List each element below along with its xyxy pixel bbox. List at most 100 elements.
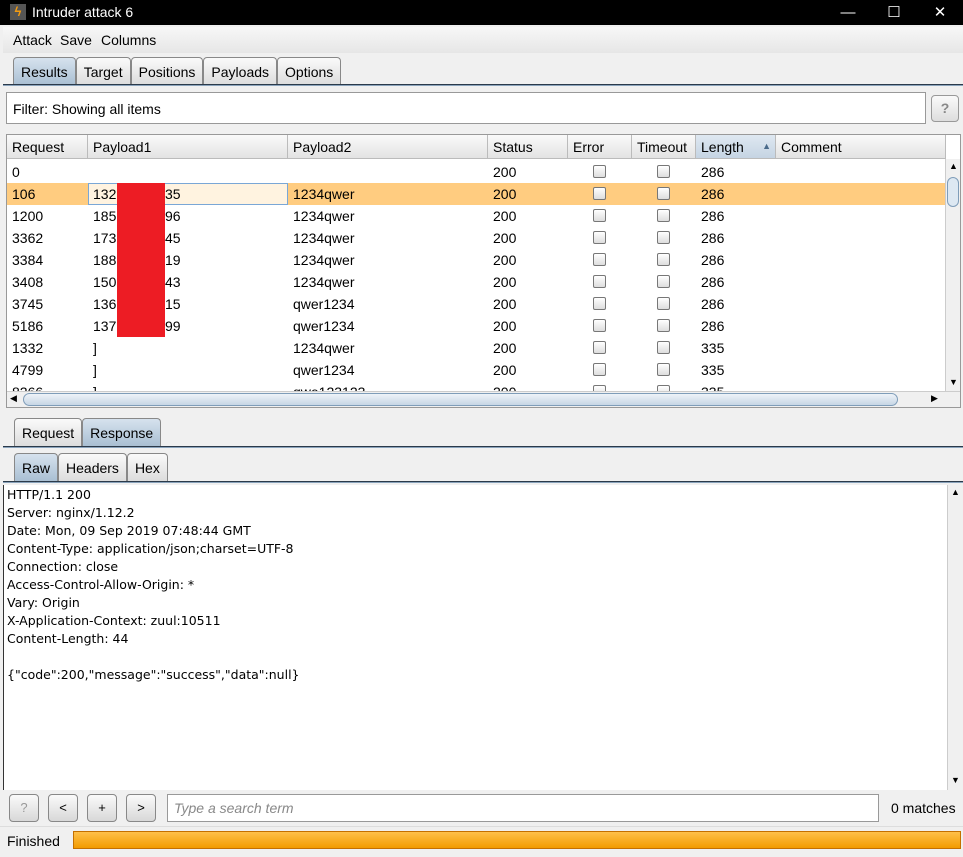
tab-payloads[interactable]: Payloads xyxy=(203,57,278,85)
tab-options[interactable]: Options xyxy=(277,57,342,85)
help-button[interactable]: ? xyxy=(931,95,959,122)
response-line: Connection: close xyxy=(7,559,119,574)
scroll-right-icon[interactable]: ▶ xyxy=(931,393,938,404)
response-scrollbar[interactable]: ▲ ▼ xyxy=(947,485,962,790)
horizontal-scroll-thumb[interactable] xyxy=(23,393,898,406)
error-checkbox[interactable] xyxy=(593,275,606,288)
cell-payload1: ] xyxy=(93,340,97,356)
message-tabs: Request Response xyxy=(14,418,162,446)
timeout-checkbox[interactable] xyxy=(657,231,670,244)
cell-length: 335 xyxy=(701,340,725,356)
tab-headers[interactable]: Headers xyxy=(58,453,127,481)
column-header-comment[interactable]: Comment xyxy=(776,135,946,159)
cell-length: 286 xyxy=(701,274,725,290)
cell-request: 4799 xyxy=(12,362,44,378)
tab-hex[interactable]: Hex xyxy=(126,453,168,481)
column-header-payload2[interactable]: Payload2 xyxy=(288,135,488,159)
column-header-error[interactable]: Error xyxy=(568,135,632,159)
cell-payload1: 136 xyxy=(93,296,117,312)
table-row[interactable]: 1332] 1234qwer 200 335 xyxy=(7,337,945,359)
timeout-checkbox[interactable] xyxy=(657,165,670,178)
cell-payload2: qwer1234 xyxy=(293,362,355,378)
column-header-payload1[interactable]: Payload1 xyxy=(88,135,288,159)
column-header-status[interactable]: Status xyxy=(488,135,568,159)
column-header-length[interactable]: Length ▲ xyxy=(696,135,776,159)
cell-payload1: 137 xyxy=(93,318,117,334)
close-button[interactable]: ✕ xyxy=(917,0,963,25)
cell-payload2: 1234qwer xyxy=(293,252,355,268)
error-checkbox[interactable] xyxy=(593,363,606,376)
scroll-thumb[interactable] xyxy=(947,177,959,207)
redaction-box xyxy=(117,249,165,271)
response-line: Server: nginx/1.12.2 xyxy=(7,505,135,520)
filter-bar[interactable]: Filter: Showing all items xyxy=(6,92,926,124)
cell-status: 200 xyxy=(493,274,517,290)
table-row[interactable]: 5186 137 99 qwer1234 200 286 xyxy=(7,315,945,337)
table-row[interactable]: 4799] qwer1234 200 335 xyxy=(7,359,945,381)
search-add-button[interactable]: + xyxy=(87,794,117,822)
timeout-checkbox[interactable] xyxy=(657,341,670,354)
cell-status: 200 xyxy=(493,362,517,378)
search-help-button[interactable]: ? xyxy=(9,794,39,822)
vertical-scrollbar[interactable]: ▲ ▼ xyxy=(945,159,960,391)
cell-payload2: 1234qwer xyxy=(293,274,355,290)
search-input[interactable]: Type a search term xyxy=(167,794,879,822)
error-checkbox[interactable] xyxy=(593,319,606,332)
timeout-checkbox[interactable] xyxy=(657,297,670,310)
cell-payload1: 188 xyxy=(93,252,117,268)
timeout-checkbox[interactable] xyxy=(657,319,670,332)
search-prev-button[interactable]: < xyxy=(48,794,78,822)
error-checkbox[interactable] xyxy=(593,209,606,222)
error-checkbox[interactable] xyxy=(593,253,606,266)
table-row[interactable]: 106 132 35 1234qwer 200 286 xyxy=(7,183,945,205)
timeout-checkbox[interactable] xyxy=(657,275,670,288)
cell-request: 3745 xyxy=(12,296,44,312)
timeout-checkbox[interactable] xyxy=(657,209,670,222)
cell-length: 286 xyxy=(701,230,725,246)
table-row[interactable]: 3384 188 19 1234qwer 200 286 xyxy=(7,249,945,271)
response-line: X-Application-Context: zuul:10511 xyxy=(7,613,221,628)
tab-positions[interactable]: Positions xyxy=(130,57,204,85)
tab-request[interactable]: Request xyxy=(14,418,83,446)
table-row[interactable]: 3408 150 43 1234qwer 200 286 xyxy=(7,271,945,293)
response-body[interactable]: HTTP/1.1 200 Server: nginx/1.12.2 Date: Mo… xyxy=(3,485,947,790)
tab-results[interactable]: Results xyxy=(13,57,76,85)
error-checkbox[interactable] xyxy=(593,231,606,244)
scroll-down-icon[interactable]: ▼ xyxy=(949,377,958,387)
tab-target[interactable]: Target xyxy=(75,57,131,85)
column-header-timeout[interactable]: Timeout xyxy=(632,135,696,159)
cell-status: 200 xyxy=(493,252,517,268)
results-table: Request Payload1 Payload2 Status Error Timeou… xyxy=(6,134,961,408)
maximize-button[interactable]: ☐ xyxy=(871,0,917,25)
response-line: Date: Mon, 09 Sep 2019 07:48:44 GMT xyxy=(7,523,251,538)
scroll-left-icon[interactable]: ◀ xyxy=(10,393,17,404)
error-checkbox[interactable] xyxy=(593,297,606,310)
timeout-checkbox[interactable] xyxy=(657,187,670,200)
error-checkbox[interactable] xyxy=(593,341,606,354)
timeout-checkbox[interactable] xyxy=(657,363,670,376)
view-tabs: Raw Headers Hex xyxy=(14,453,168,481)
minimize-button[interactable]: — xyxy=(825,0,871,25)
table-row[interactable]: 1200 185 96 1234qwer 200 286 xyxy=(7,205,945,227)
table-row[interactable]: 3362 173 45 1234qwer 200 286 xyxy=(7,227,945,249)
main-tabs: Results Target Positions Payloads Option… xyxy=(13,57,342,85)
tab-response[interactable]: Response xyxy=(82,418,162,446)
menu-save[interactable]: Save xyxy=(60,32,92,48)
error-checkbox[interactable] xyxy=(593,165,606,178)
column-header-request[interactable]: Request xyxy=(7,135,88,159)
menu-attack[interactable]: Attack xyxy=(13,32,52,48)
tab-raw[interactable]: Raw xyxy=(14,453,59,481)
table-row[interactable]: 0 200 286 xyxy=(7,161,945,183)
menu-columns[interactable]: Columns xyxy=(101,32,156,48)
scroll-up-icon[interactable]: ▲ xyxy=(949,161,958,171)
table-row[interactable]: 3745 136 15 qwer1234 200 286 xyxy=(7,293,945,315)
error-checkbox[interactable] xyxy=(593,187,606,200)
search-next-button[interactable]: > xyxy=(126,794,156,822)
cell-payload1: 132 xyxy=(93,186,117,202)
scroll-down-icon[interactable]: ▼ xyxy=(951,775,960,785)
tab-divider xyxy=(3,446,963,448)
scroll-up-icon[interactable]: ▲ xyxy=(951,487,960,497)
timeout-checkbox[interactable] xyxy=(657,253,670,266)
cell-request: 0 xyxy=(12,164,20,180)
horizontal-scrollbar[interactable]: ◀ ▶ xyxy=(7,391,960,407)
